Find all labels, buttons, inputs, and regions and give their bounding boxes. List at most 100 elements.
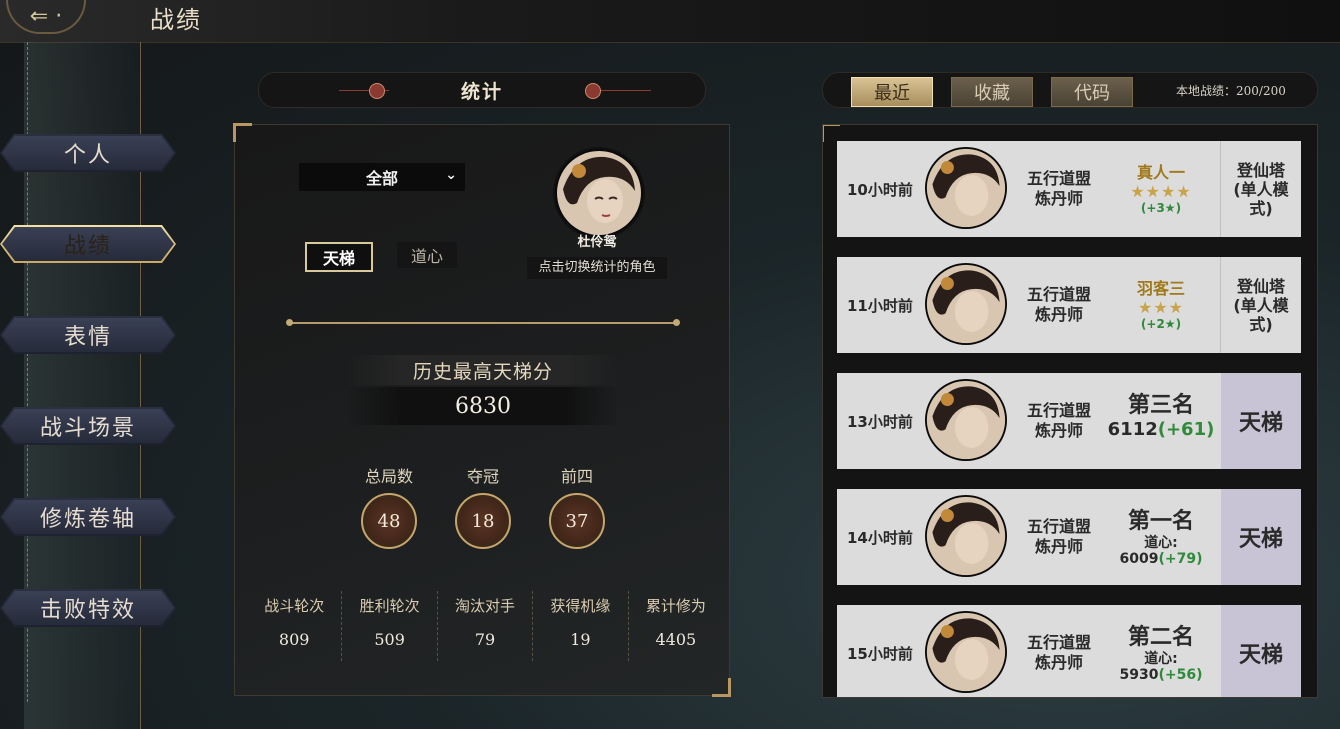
best-ladder-label: 历史最高天梯分 [347,355,619,385]
record-time: 13小时前 [847,412,913,431]
record-item[interactable]: 15小时前 五行道盟 炼丹师 第二名 道心: 5930(+56) 天梯 [837,605,1301,697]
role-name: 炼丹师 [1034,537,1083,556]
stat-label: 淘汰对手 [455,597,516,615]
sidebar-item-record[interactable]: 战绩 [0,225,176,263]
stat-eliminations: 淘汰对手 79 [438,591,534,661]
role-name: 炼丹师 [1034,305,1083,324]
stat-label: 战斗轮次 [264,597,325,615]
record-item[interactable]: 14小时前 五行道盟 炼丹师 第一名 道心: 6009(+79) 天梯 [837,489,1301,585]
star-gain: (+3★) [1140,201,1182,215]
panel-corner [823,125,840,142]
ornament-line [601,90,651,91]
bottom-stats-row: 战斗轮次 809 胜利轮次 509 淘汰对手 79 获得机缘 19 累计修为 4… [247,591,723,661]
record-time: 11小时前 [847,296,913,315]
character-switch-hint[interactable]: 点击切换统计的角色 [527,257,667,279]
sidebar-item-emote[interactable]: 表情 [0,316,176,354]
role-name: 炼丹师 [1034,421,1083,440]
stat-label: 胜利轮次 [359,597,420,615]
tab-code[interactable]: 代码 [1051,77,1133,107]
record-faction: 五行道盟 炼丹师 [1019,285,1099,325]
back-arrow-icon: ⇐ · [29,3,63,29]
record-time: 14小时前 [847,528,913,547]
sidebar-item-label: 战斗场景 [39,416,136,441]
stat-win-rounds: 胜利轮次 509 [342,591,438,661]
record-faction: 五行道盟 炼丹师 [1019,401,1099,441]
record-avatar [925,263,1007,345]
stat-value: 19 [570,630,591,649]
stat-label: 总局数 [364,467,413,486]
sidebar-item-label: 战绩 [63,234,112,259]
mode-label: 天梯 [1238,527,1283,552]
record-faction: 五行道盟 炼丹师 [1019,517,1099,557]
record-rank: 真人一 ★★★★ (+3★) [1101,159,1221,215]
sidebar-item-personal[interactable]: 个人 [0,134,176,172]
record-rank: 第三名 6112(+61) [1101,387,1221,440]
top-bar: ⇐ · 战绩 [0,0,1340,43]
record-time: 15小时前 [847,644,913,663]
score-value: 6112 [1107,419,1158,440]
faction-name: 五行道盟 [1026,517,1091,536]
record-faction: 五行道盟 炼丹师 [1019,633,1099,673]
tab-ladder[interactable]: 天梯 [305,242,373,272]
sidebar-item-label: 个人 [63,143,112,168]
daoxin-label: 道心: [1144,535,1178,551]
tab-favorites[interactable]: 收藏 [951,77,1033,107]
record-rank: 第一名 道心: 6009(+79) [1101,503,1221,567]
rank-title: 真人一 [1136,163,1185,182]
role-name: 炼丹师 [1034,189,1083,208]
stat-value: 509 [374,630,405,649]
record-time: 10小时前 [847,180,913,199]
best-ladder-value: 6830 [347,387,619,425]
placement: 第三名 [1127,393,1194,418]
section-divider [286,319,680,326]
page-title: 战绩 [150,6,202,34]
record-avatar [925,147,1007,229]
stat-value: 79 [474,630,496,649]
stat-value: 4405 [655,630,697,649]
record-mode: 天梯 [1221,373,1301,469]
back-button[interactable]: ⇐ · [6,0,86,34]
stat-label: 累计修为 [645,597,706,615]
record-item[interactable]: 13小时前 五行道盟 炼丹师 第三名 6112(+61) 天梯 [837,373,1301,469]
daoxin-score: 5930(+56) [1101,667,1221,683]
record-item[interactable]: 11小时前 五行道盟 炼丹师 羽客三 ★★★ (+2★) 登仙塔 (单人模 式) [837,257,1301,353]
record-avatar [925,611,1007,693]
records-panel: 10小时前 五行道盟 炼丹师 真人一 ★★★★ (+3★) 登仙塔 (单人模 式… [822,124,1318,698]
tab-daoxin[interactable]: 道心 [397,242,457,268]
record-mode: 登仙塔 (单人模 式) [1220,257,1301,353]
sidebar-item-defeat-effect[interactable]: 击败特效 [0,589,176,627]
sidebar-item-scroll[interactable]: 修炼卷轴 [0,498,176,536]
character-avatar[interactable] [553,147,645,239]
daoxin-score: 6009(+79) [1101,551,1221,567]
mode-label: 天梯 [1238,411,1283,436]
faction-name: 五行道盟 [1026,401,1091,420]
ladder-score: 6112(+61) [1101,419,1221,440]
filter-dropdown[interactable]: 全部 ⌄ [299,163,465,191]
stat-top-four: 前四 37 [537,463,617,549]
tab-recent[interactable]: 最近 [851,77,933,107]
stats-title: 统计 [460,80,503,103]
score-gain: (+56) [1158,667,1203,683]
stat-value: 37 [549,493,605,549]
record-rank: 第二名 道心: 5930(+56) [1101,619,1221,683]
record-item[interactable]: 10小时前 五行道盟 炼丹师 真人一 ★★★★ (+3★) 登仙塔 (单人模 式… [837,141,1301,237]
record-avatar [925,379,1007,461]
mode-label: 登仙塔 (单人模 式) [1233,160,1289,218]
faction-name: 五行道盟 [1026,169,1091,188]
sidebar-item-battle-scene[interactable]: 战斗场景 [0,407,176,445]
record-avatar [925,495,1007,577]
flower-ornament-icon [369,83,385,99]
mode-label: 天梯 [1238,643,1283,668]
star-rating-icon: ★★★★ [1130,182,1192,201]
score-value: 5930 [1119,667,1159,683]
stat-wins: 夺冠 18 [443,463,523,549]
stat-cultivation: 累计修为 4405 [629,591,723,661]
flower-ornament-icon [585,83,601,99]
panel-corner [712,678,731,697]
stat-label: 前四 [560,467,593,486]
stat-value: 48 [361,493,417,549]
character-name: 杜伶鸳 [577,235,617,250]
panel-corner [233,123,252,142]
record-mode: 登仙塔 (单人模 式) [1220,141,1301,237]
record-faction: 五行道盟 炼丹师 [1019,169,1099,209]
